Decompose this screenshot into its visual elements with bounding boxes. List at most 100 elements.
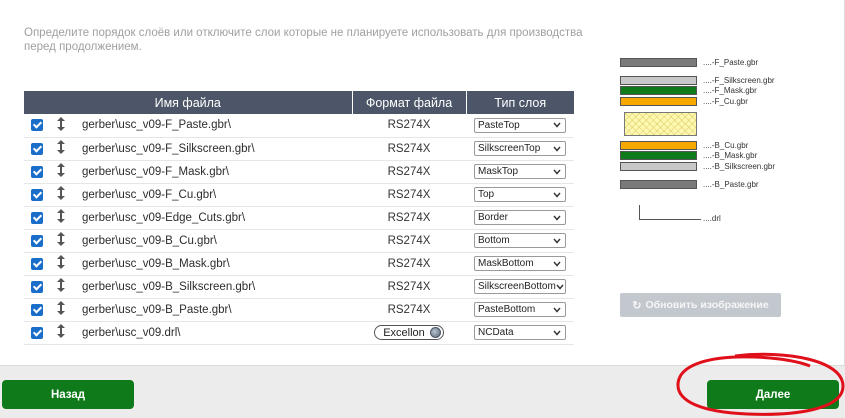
layer-type-value: Border (478, 212, 509, 223)
layer-type-select[interactable]: NCData (474, 325, 566, 340)
table-row: gerber\usc_v09-B_Cu.gbr\ RS274X Bottom (24, 229, 574, 253)
layer-checkbox[interactable] (31, 326, 43, 339)
chevron-down-icon (556, 282, 564, 292)
next-button[interactable]: Далее (707, 380, 839, 409)
stackup-label-b-cu: ....-B_Cu.gbr (703, 141, 749, 150)
layer-type-value: SilkscreenBottom (478, 281, 556, 292)
stackup-f-mask (620, 86, 697, 95)
layer-checkbox[interactable] (31, 188, 43, 201)
file-format: RS274X (387, 119, 431, 132)
drag-handle-icon[interactable] (57, 163, 65, 180)
layer-type-select[interactable]: SilkscreenBottom (474, 279, 566, 294)
file-name: gerber\usc_v09-B_Cu.gbr\ (72, 229, 352, 253)
drag-handle-icon[interactable] (57, 301, 65, 318)
layer-type-select[interactable]: SilkscreenTop (474, 141, 566, 156)
drag-handle-icon[interactable] (57, 209, 65, 226)
chevron-down-icon (552, 213, 562, 223)
layers-table: Имя файла Формат файла Тип слоя gerber\u… (24, 91, 574, 345)
drag-handle-icon[interactable] (57, 324, 65, 341)
layer-checkbox[interactable] (31, 280, 43, 293)
refresh-image-label: Обновить изображение (645, 299, 769, 311)
stackup-board-core (624, 112, 697, 136)
stackup-label-f-silkscreen: ....-F_Silkscreen.gbr (703, 76, 775, 85)
chevron-down-icon (552, 305, 562, 315)
drag-handle-icon[interactable] (57, 255, 65, 272)
file-name: gerber\usc_v09-F_Cu.gbr\ (72, 183, 352, 207)
file-format: RS274X (387, 142, 431, 155)
file-name: gerber\usc_v09-B_Paste.gbr\ (72, 298, 352, 322)
chevron-down-icon (552, 190, 562, 200)
stackup-label-f-cu: ....-F_Cu.gbr (703, 97, 748, 106)
file-name: gerber\usc_v09-B_Mask.gbr\ (72, 252, 352, 276)
file-name: gerber\usc_v09-F_Mask.gbr\ (72, 160, 352, 184)
stackup-drill-vertical (639, 205, 640, 219)
layer-checkbox[interactable] (31, 257, 43, 270)
layer-type-value: MaskTop (478, 166, 519, 177)
table-row: gerber\usc_v09-B_Paste.gbr\ RS274X PasteBo… (24, 298, 574, 322)
stackup-f-cu (620, 97, 697, 106)
layer-checkbox[interactable] (31, 303, 43, 316)
stackup-f-paste (620, 58, 697, 67)
layer-checkbox[interactable] (31, 211, 43, 224)
layer-type-select[interactable]: PasteBottom (474, 302, 566, 317)
table-row: gerber\usc_v09-F_Paste.gbr\ RS274X PasteTo… (24, 114, 574, 138)
drag-handle-icon[interactable] (57, 232, 65, 249)
stackup-label-b-paste: ....-B_Paste.gbr (703, 180, 759, 189)
drag-handle-icon[interactable] (57, 186, 65, 203)
stackup-b-cu (620, 141, 697, 150)
layer-type-value: Top (478, 189, 495, 200)
table-row: gerber\usc_v09-B_Silkscreen.gbr\ RS274X Si… (24, 275, 574, 299)
layer-checkbox[interactable] (31, 119, 43, 132)
stackup-label-b-silkscreen: ....-B_Silkscreen.gbr (703, 162, 776, 171)
format-toggle[interactable]: Excellon (374, 325, 444, 340)
chevron-down-icon (552, 259, 562, 269)
layer-checkbox[interactable] (31, 142, 43, 155)
stackup-b-silkscreen (620, 162, 697, 171)
header-file-format: Формат файла (352, 91, 467, 114)
stackup-b-paste (620, 180, 697, 189)
table-row: gerber\usc_v09-F_Mask.gbr\ RS274X MaskTop (24, 160, 574, 184)
header-layer-type: Тип слоя (466, 91, 574, 114)
stackup-f-silkscreen (620, 76, 697, 85)
toggle-knob-icon (429, 327, 441, 338)
drag-handle-icon[interactable] (57, 140, 65, 157)
file-name: gerber\usc_v09-Edge_Cuts.gbr\ (72, 206, 352, 230)
back-button[interactable]: Назад (2, 380, 134, 409)
layer-type-value: PasteTop (478, 119, 520, 131)
file-name: gerber\usc_v09-F_Paste.gbr\ (72, 114, 352, 138)
table-row: gerber\usc_v09-F_Cu.gbr\ RS274X Top (24, 183, 574, 207)
table-row: gerber\usc_v09-F_Silkscreen.gbr\ RS274X Si… (24, 137, 574, 161)
layer-checkbox[interactable] (31, 234, 43, 247)
stackup-label-f-mask: ....-F_Mask.gbr (703, 86, 757, 95)
layer-type-select[interactable]: Top (474, 187, 566, 202)
table-row: gerber\usc_v09.drl\ Excellon NCData (24, 321, 574, 345)
file-format: RS274X (387, 165, 431, 178)
chevron-down-icon (552, 328, 562, 338)
file-name: gerber\usc_v09-F_Silkscreen.gbr\ (72, 137, 352, 161)
file-format: RS274X (387, 188, 431, 201)
instruction-text: Определите порядок слоёв или отключите с… (24, 27, 583, 53)
stackup-b-mask (620, 151, 697, 160)
stackup-label-b-mask: ....-B_Mask.gbr (703, 151, 758, 160)
file-format: RS274X (387, 257, 431, 270)
layer-type-select[interactable]: Bottom (474, 233, 566, 248)
file-format: RS274X (387, 303, 431, 316)
table-body: gerber\usc_v09-F_Paste.gbr\ RS274X PasteTo… (24, 114, 574, 345)
table-header: Имя файла Формат файла Тип слоя (24, 91, 574, 114)
layer-type-select[interactable]: PasteTop (474, 117, 566, 133)
layer-type-value: Bottom (478, 235, 510, 246)
layer-checkbox[interactable] (31, 165, 43, 178)
drag-handle-icon[interactable] (57, 116, 65, 134)
layer-type-value: SilkscreenTop (478, 143, 541, 154)
file-name: gerber\usc_v09.drl\ (72, 321, 352, 345)
refresh-image-button[interactable]: ↻ Обновить изображение (620, 293, 781, 317)
refresh-icon: ↻ (632, 299, 642, 312)
chevron-down-icon (552, 120, 562, 130)
layer-type-value: NCData (478, 327, 514, 338)
chevron-down-icon (552, 167, 562, 177)
layer-type-select[interactable]: Border (474, 210, 566, 225)
drag-handle-icon[interactable] (57, 278, 65, 295)
layer-type-select[interactable]: MaskBottom (474, 256, 566, 271)
layer-type-select[interactable]: MaskTop (474, 164, 566, 179)
file-format: RS274X (387, 234, 431, 247)
